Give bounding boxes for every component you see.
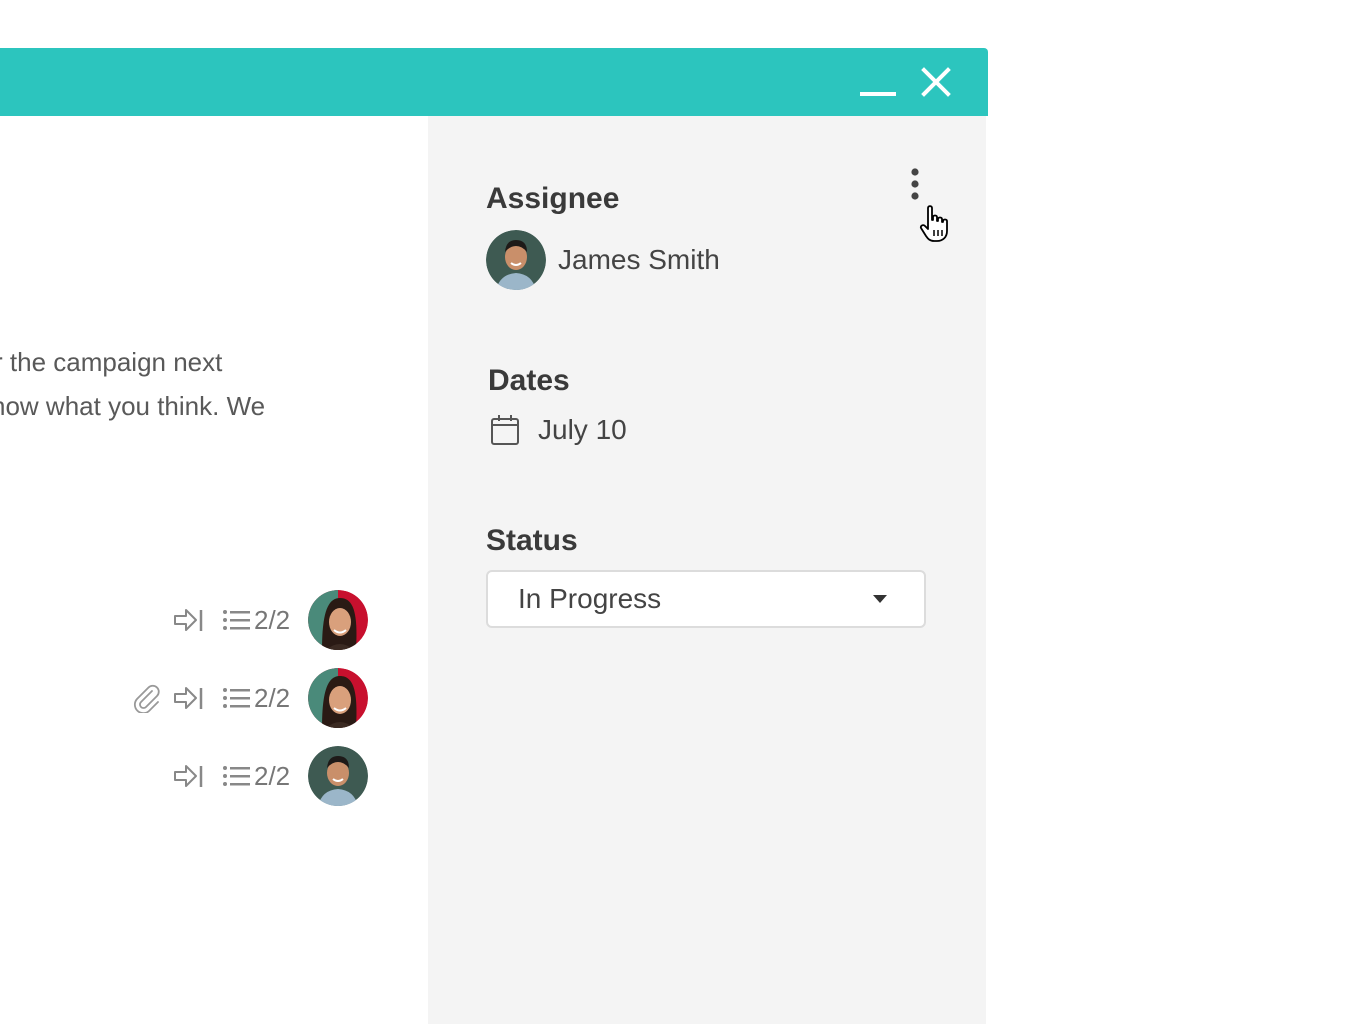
more-options-button[interactable] xyxy=(900,164,928,210)
task-side-panel: Assignee James Smith Dates July 10 Statu… xyxy=(428,116,986,1024)
status-value: In Progress xyxy=(518,583,662,614)
checklist-count: 2/2 xyxy=(254,682,291,713)
assignee-avatar[interactable] xyxy=(308,668,368,728)
move-icon[interactable] xyxy=(172,606,204,634)
assignee-name: James Smith xyxy=(558,244,720,275)
subtask-row[interactable]: 2/2 xyxy=(172,746,368,806)
more-vertical-icon xyxy=(911,168,919,200)
window-titlebar xyxy=(0,48,988,116)
checklist-icon xyxy=(222,764,250,788)
description-line: r the campaign next xyxy=(0,347,223,377)
task-detail-pane: r the campaign next know what you think.… xyxy=(0,116,428,1024)
task-description: r the campaign next know what you think.… xyxy=(0,340,418,428)
close-button[interactable] xyxy=(914,62,958,102)
checklist-icon xyxy=(222,686,250,710)
calendar-icon xyxy=(491,415,519,445)
assignee-selector[interactable]: James Smith xyxy=(486,230,720,290)
minimize-button[interactable] xyxy=(856,68,900,104)
woman-avatar-icon xyxy=(308,668,368,728)
description-line: know what you think. We xyxy=(0,391,266,421)
checklist-count: 2/2 xyxy=(254,760,291,791)
man-avatar-icon xyxy=(308,746,368,806)
assignee-avatar[interactable] xyxy=(308,590,368,650)
checklist-icon xyxy=(222,608,250,632)
subtask-row[interactable]: 2/2 xyxy=(172,590,368,650)
move-icon[interactable] xyxy=(172,762,204,790)
assignee-avatar xyxy=(486,230,546,290)
assignee-avatar[interactable] xyxy=(308,746,368,806)
man-avatar-icon xyxy=(486,230,546,290)
minimize-icon xyxy=(860,92,896,96)
checklist-count: 2/2 xyxy=(254,604,291,635)
status-dropdown[interactable]: In Progress xyxy=(486,570,926,628)
attachment-icon xyxy=(132,683,162,713)
dates-label: Dates xyxy=(488,364,570,397)
due-date-value: July 10 xyxy=(538,414,627,445)
move-icon[interactable] xyxy=(172,684,204,712)
subtask-row[interactable]: 2/2 xyxy=(132,668,368,728)
caret-down-icon xyxy=(873,595,887,603)
assignee-label: Assignee xyxy=(486,182,620,215)
due-date-field[interactable]: July 10 xyxy=(490,414,627,446)
woman-avatar-icon xyxy=(308,590,368,650)
status-label: Status xyxy=(486,524,578,557)
close-icon xyxy=(921,67,951,97)
task-window: r the campaign next know what you think.… xyxy=(0,0,1358,1024)
